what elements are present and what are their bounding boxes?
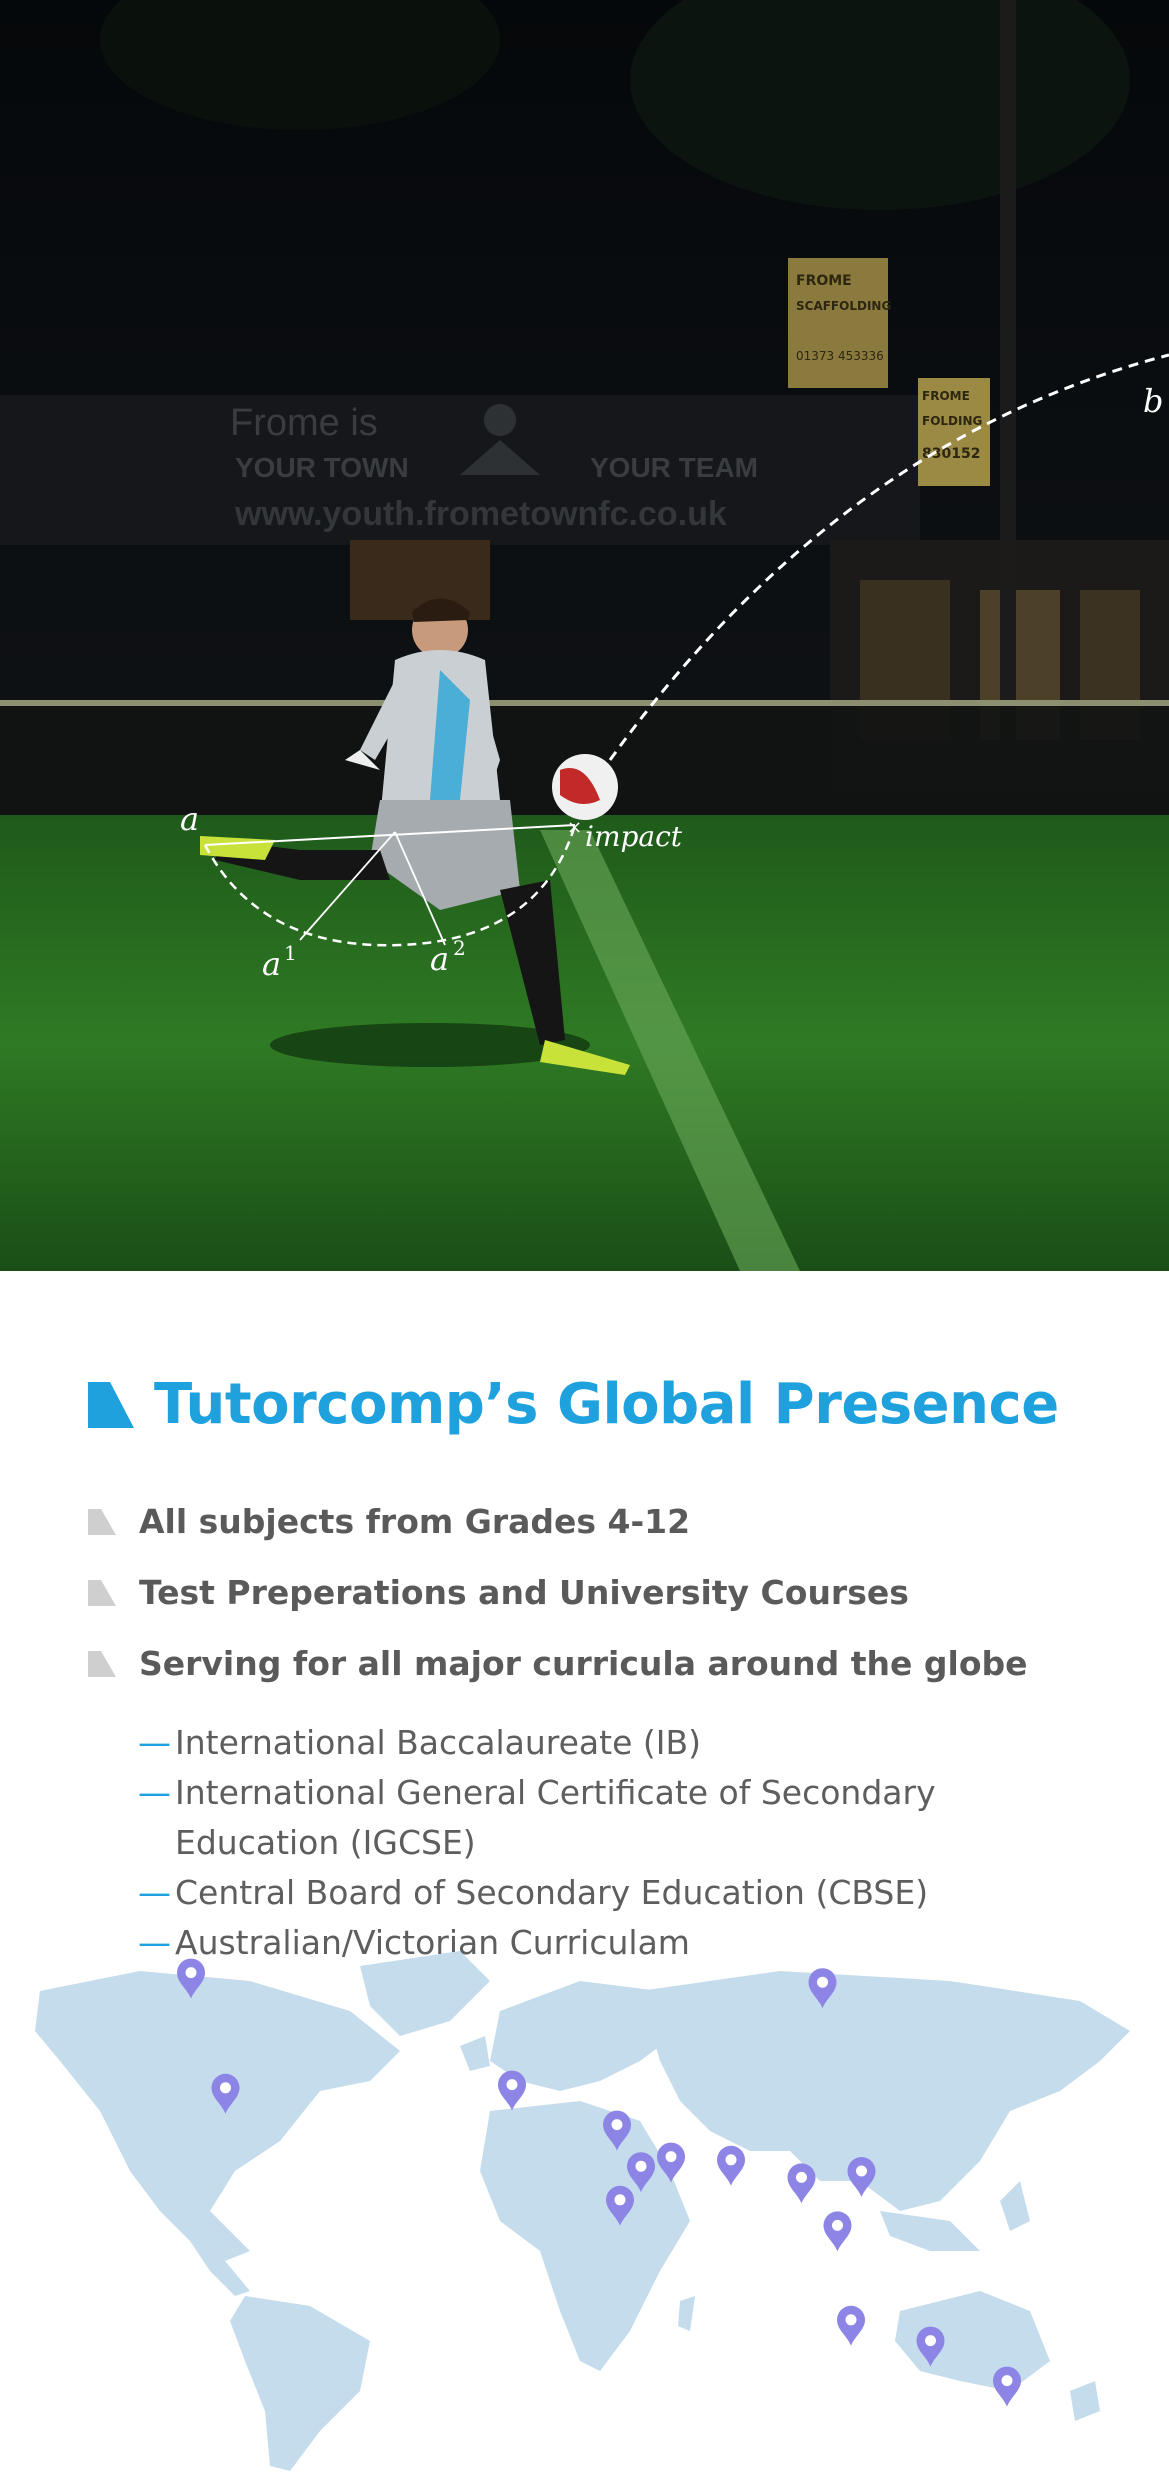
soccer-ball xyxy=(552,754,618,820)
corner-triangle-icon xyxy=(88,1579,116,1606)
list-item: All subjects from Grades 4-12 xyxy=(88,1486,1128,1557)
svg-text:SCAFFOLDING: SCAFFOLDING xyxy=(796,299,891,313)
label-b: b xyxy=(1143,382,1163,420)
banner-line2b: YOUR TEAM xyxy=(590,452,758,483)
list-item: Serving for all major curricula around t… xyxy=(88,1628,1128,1699)
curriculum-text: International Baccalaureate (IB) xyxy=(175,1723,702,1762)
location-pin-icon xyxy=(717,2145,745,2186)
banner-url: www.youth.frometownfc.co.uk xyxy=(234,495,727,533)
section-title: Tutorcomp’s Global Presence xyxy=(88,1372,1059,1437)
list-item: — International Baccalaureate (IB) xyxy=(138,1718,1098,1768)
svg-text:FROME: FROME xyxy=(796,273,852,289)
label-a: a xyxy=(180,800,199,838)
svg-text:FROME: FROME xyxy=(922,389,970,403)
hero-image: Frome is YOUR TOWN YOUR TEAM www.youth.f… xyxy=(0,0,1169,1271)
label-a1-sup: 1 xyxy=(284,941,297,965)
location-pin-icon xyxy=(787,2163,816,2204)
curricula-list: — International Baccalaureate (IB) — Int… xyxy=(138,1718,1098,1968)
corner-triangle-icon xyxy=(88,1508,116,1535)
list-item: — Central Board of Secondary Education (… xyxy=(138,1868,1098,1918)
label-a2-sup: 2 xyxy=(453,936,466,960)
scaffolding-sign: FROME SCAFFOLDING 01373 453336 xyxy=(788,258,891,388)
feature-text: Serving for all major curricula around t… xyxy=(139,1644,1028,1683)
location-pin-icon xyxy=(823,2211,852,2252)
banner-line1: Frome is xyxy=(230,402,378,444)
svg-text:FOLDING: FOLDING xyxy=(922,414,982,428)
page-title: Tutorcomp’s Global Presence xyxy=(154,1372,1059,1437)
corner-triangle-icon xyxy=(88,1381,134,1428)
dash-icon: — xyxy=(138,1773,171,1812)
feature-text: All subjects from Grades 4-12 xyxy=(139,1502,691,1541)
world-map xyxy=(35,1951,1130,2471)
list-item: Test Preperations and University Courses xyxy=(88,1557,1128,1628)
dash-icon: — xyxy=(138,1723,171,1762)
curriculum-text: International General Certificate of Sec… xyxy=(175,1773,936,1862)
label-impact: impact xyxy=(585,820,683,853)
location-pin-icon xyxy=(498,2070,526,2111)
location-pin-icon xyxy=(837,2305,865,2346)
corner-triangle-icon xyxy=(88,1650,116,1677)
label-a1: a xyxy=(262,945,281,983)
curriculum-text: Central Board of Secondary Education (CB… xyxy=(175,1873,929,1912)
location-pin-icon xyxy=(847,2157,876,2197)
global-presence-section: Tutorcomp’s Global Presence All subjects… xyxy=(0,1271,1169,2480)
feature-list: All subjects from Grades 4-12 Test Prepe… xyxy=(88,1486,1128,1699)
location-pin-icon xyxy=(993,2366,1021,2407)
banner-line2a: YOUR TOWN xyxy=(235,452,409,483)
dash-icon: — xyxy=(138,1873,171,1912)
svg-text:×: × xyxy=(567,817,582,838)
svg-text:01373 453336: 01373 453336 xyxy=(796,349,884,363)
list-item: — International General Certificate of S… xyxy=(138,1768,1098,1868)
hero-scene: Frome is YOUR TOWN YOUR TEAM www.youth.f… xyxy=(0,0,1169,1271)
feature-text: Test Preperations and University Courses xyxy=(139,1573,909,1612)
label-a2: a xyxy=(430,940,449,978)
world-landmass xyxy=(35,1951,1130,2471)
folding-sign: FROME FOLDING 830152 xyxy=(918,378,990,486)
